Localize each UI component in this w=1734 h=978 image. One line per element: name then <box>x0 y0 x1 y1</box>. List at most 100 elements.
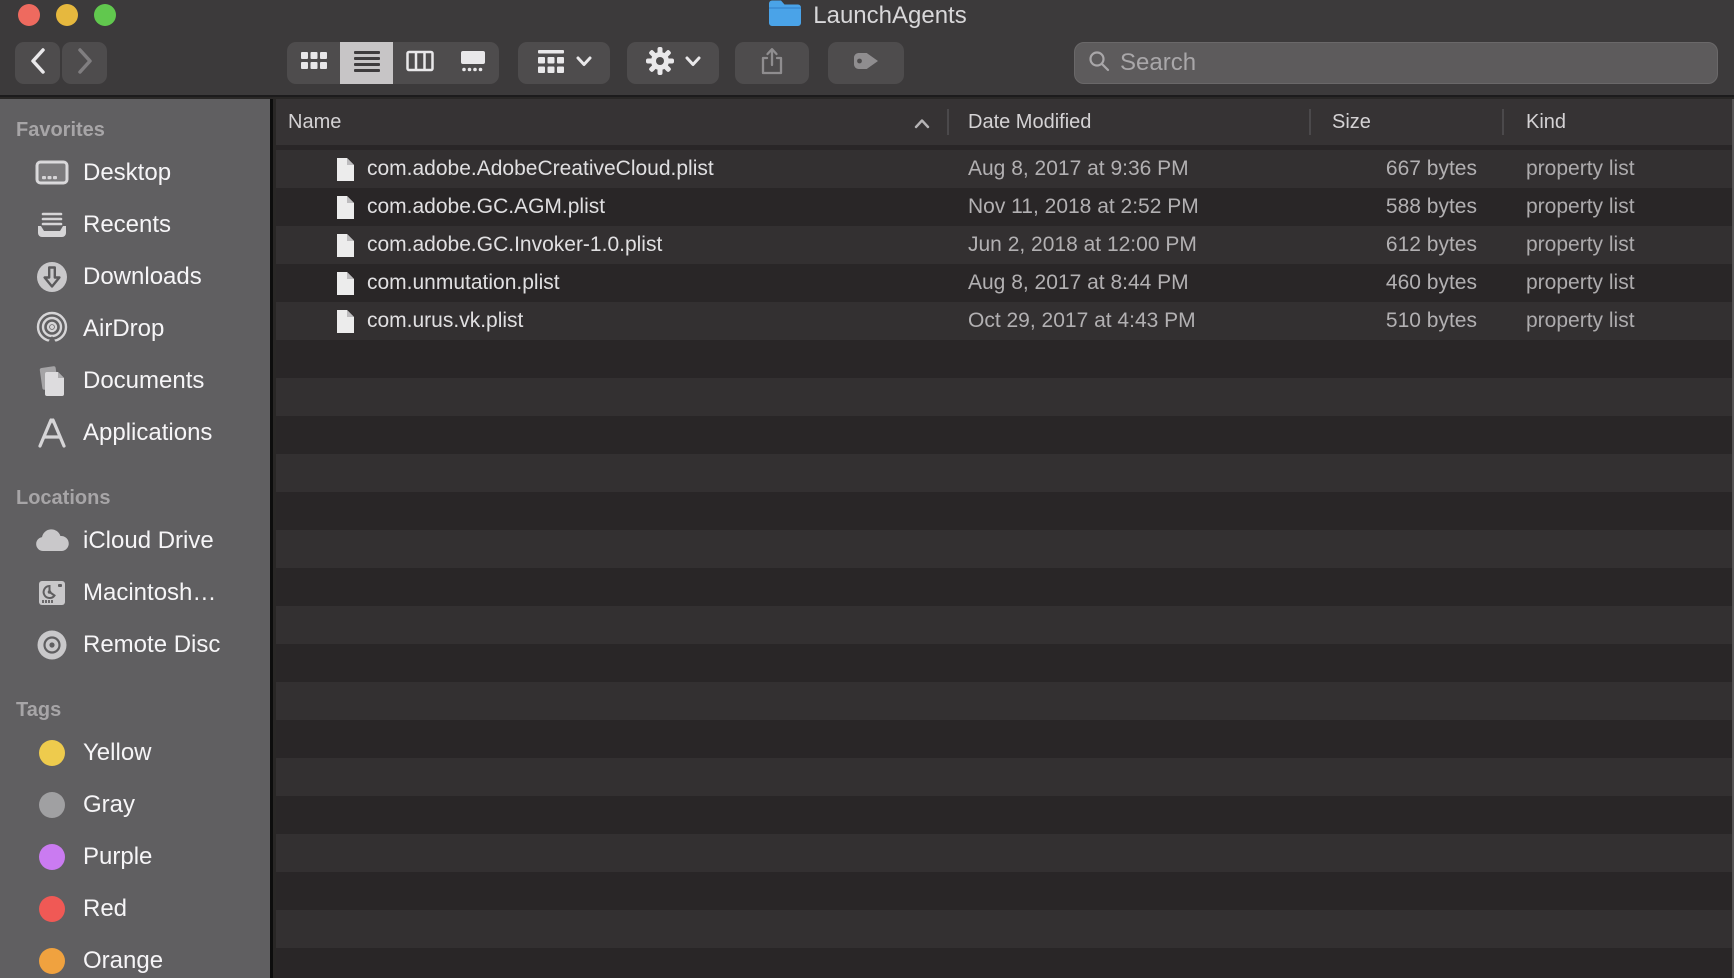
column-divider[interactable] <box>1502 109 1504 135</box>
document-file-icon <box>335 270 356 296</box>
tag-color-dot <box>33 890 71 928</box>
sidebar-item-applications[interactable]: Applications <box>0 407 270 459</box>
sidebar-item-orange[interactable]: Orange <box>0 935 270 978</box>
empty-row-stripe <box>276 796 1734 834</box>
remote-disc-icon <box>33 626 71 664</box>
file-date-modified: Jun 2, 2018 at 12:00 PM <box>968 226 1197 264</box>
sidebar-item-airdrop[interactable]: AirDrop <box>0 303 270 355</box>
file-date-modified: Nov 11, 2018 at 2:52 PM <box>968 188 1199 226</box>
share-button[interactable] <box>735 42 809 84</box>
empty-row-stripe <box>276 340 1734 378</box>
sidebar-section-title: Favorites <box>0 113 270 147</box>
table-row[interactable]: com.adobe.AdobeCreativeCloud.plistAug 8,… <box>276 150 1734 188</box>
table-row[interactable]: com.urus.vk.plistOct 29, 2017 at 4:43 PM… <box>276 302 1734 340</box>
toolbar: LaunchAgents <box>0 0 1734 97</box>
empty-row-stripe <box>276 492 1734 530</box>
empty-row-stripe <box>276 454 1734 492</box>
chevron-down-icon <box>684 54 702 73</box>
search-field[interactable] <box>1074 42 1718 84</box>
file-size: 612 bytes <box>1296 226 1477 264</box>
sidebar-item-label: Desktop <box>83 159 171 187</box>
empty-row-stripe <box>276 530 1734 568</box>
group-icon <box>535 47 567 80</box>
empty-row-stripe <box>276 606 1734 644</box>
column-divider[interactable] <box>1309 109 1311 135</box>
empty-row-stripe <box>276 644 1734 682</box>
sidebar-section-locations: Locations iCloud Drive Macintosh… Remote Di… <box>0 481 270 671</box>
list-header: Name Date Modified Size Kind <box>276 99 1734 145</box>
tag-color-dot <box>33 838 71 876</box>
document-file-icon <box>335 232 356 258</box>
back-button[interactable] <box>15 42 60 84</box>
search-input[interactable] <box>1120 49 1705 77</box>
column-header-name[interactable]: Name <box>288 99 341 145</box>
documents-icon <box>33 362 71 400</box>
sidebar-item-desktop[interactable]: Desktop <box>0 147 270 199</box>
share-icon <box>759 46 785 81</box>
applications-icon <box>33 414 71 452</box>
tag-icon <box>851 49 881 78</box>
folder-icon <box>767 0 803 34</box>
action-menu-button[interactable] <box>627 42 719 84</box>
chevron-right-icon <box>75 47 95 80</box>
list-body: com.adobe.AdobeCreativeCloud.plistAug 8,… <box>276 145 1734 978</box>
table-row[interactable]: com.adobe.GC.AGM.plistNov 11, 2018 at 2:… <box>276 188 1734 226</box>
column-header-date-modified[interactable]: Date Modified <box>968 99 1091 145</box>
search-icon <box>1087 49 1111 78</box>
gallery-view-button[interactable] <box>446 42 499 84</box>
sidebar-item-label: Yellow <box>83 739 152 767</box>
sidebar-item-recents[interactable]: Recents <box>0 199 270 251</box>
sidebar-item-macintosh[interactable]: Macintosh… <box>0 567 270 619</box>
sidebar-item-label: Macintosh… <box>83 579 216 607</box>
sidebar-item-label: Orange <box>83 947 163 975</box>
sidebar-item-downloads[interactable]: Downloads <box>0 251 270 303</box>
sidebar-item-red[interactable]: Red <box>0 883 270 935</box>
empty-row-stripe <box>276 568 1734 606</box>
finder-window: LaunchAgents <box>0 0 1734 978</box>
file-name: com.unmutation.plist <box>367 264 560 302</box>
empty-row-stripe <box>276 378 1734 416</box>
sidebar-section-title: Locations <box>0 481 270 515</box>
tag-button[interactable] <box>828 42 904 84</box>
sidebar-item-yellow[interactable]: Yellow <box>0 727 270 779</box>
sidebar-item-purple[interactable]: Purple <box>0 831 270 883</box>
forward-button[interactable] <box>62 42 107 84</box>
column-header-kind[interactable]: Kind <box>1526 99 1566 145</box>
file-kind: property list <box>1526 226 1635 264</box>
table-row[interactable]: com.unmutation.plistAug 8, 2017 at 8:44 … <box>276 264 1734 302</box>
sidebar-item-label: Documents <box>83 367 204 395</box>
sidebar-item-remote-disc[interactable]: Remote Disc <box>0 619 270 671</box>
file-name: com.adobe.AdobeCreativeCloud.plist <box>367 150 714 188</box>
empty-row-stripe <box>276 872 1734 910</box>
file-list: Name Date Modified Size Kind com.adobe.A… <box>276 99 1734 978</box>
sidebar-item-label: iCloud Drive <box>83 527 214 555</box>
list-view-icon <box>352 48 382 79</box>
icon-view-button[interactable] <box>287 42 340 84</box>
sidebar: Favorites Desktop Recents DownloadsAirDrop D… <box>0 99 273 978</box>
file-kind: property list <box>1526 264 1635 302</box>
sidebar-item-documents[interactable]: Documents <box>0 355 270 407</box>
sidebar-item-label: Remote Disc <box>83 631 220 659</box>
recents-icon <box>33 206 71 244</box>
document-file-icon <box>335 194 356 220</box>
sidebar-item-label: Recents <box>83 211 171 239</box>
downloads-icon <box>33 258 71 296</box>
empty-row-stripe <box>276 416 1734 454</box>
sidebar-section-favorites: Favorites Desktop Recents DownloadsAirDrop D… <box>0 113 270 459</box>
gear-icon <box>644 45 676 82</box>
sidebar-item-icloud-drive[interactable]: iCloud Drive <box>0 515 270 567</box>
column-divider[interactable] <box>947 109 949 135</box>
column-header-size[interactable]: Size <box>1332 99 1371 145</box>
column-view-button[interactable] <box>393 42 446 84</box>
sidebar-item-gray[interactable]: Gray <box>0 779 270 831</box>
table-row[interactable]: com.adobe.GC.Invoker-1.0.plist Jun 2, 201… <box>276 226 1734 264</box>
icon-view-icon <box>299 48 329 79</box>
file-name: com.adobe.GC.Invoker-1.0.plist <box>367 226 662 264</box>
list-view-button[interactable] <box>340 42 393 84</box>
document-file-icon <box>335 308 356 334</box>
group-button[interactable] <box>518 42 610 84</box>
file-name: com.urus.vk.plist <box>367 302 523 340</box>
tag-color-dot <box>33 942 71 978</box>
empty-row-stripe <box>276 682 1734 720</box>
sidebar-section-tags: TagsYellowGrayPurpleRedOrange <box>0 693 270 978</box>
